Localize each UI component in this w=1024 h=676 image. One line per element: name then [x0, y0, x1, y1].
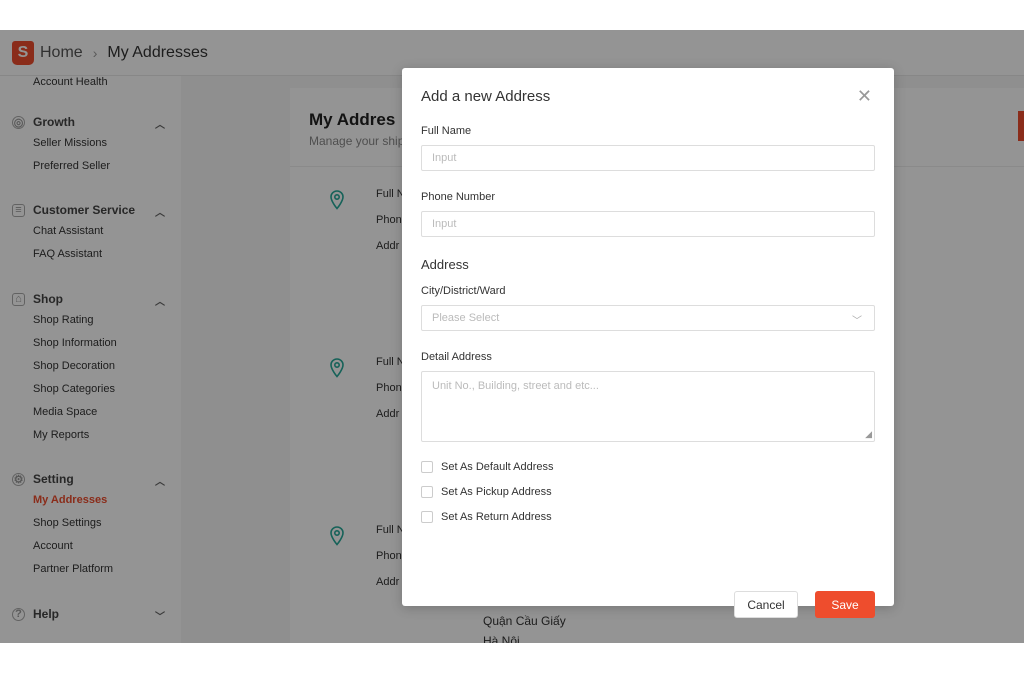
add-address-dialog: Add a new Address ✕ Full Name Input Phon…: [402, 68, 894, 618]
save-button[interactable]: Save: [815, 591, 875, 618]
app-window: S Home › My Addresses Account Health ◎ G…: [0, 30, 1024, 643]
detail-address-textarea[interactable]: Unit No., Building, street and etc... ◢: [421, 371, 875, 442]
checkbox-box[interactable]: [421, 461, 433, 473]
address-section-heading: Address: [421, 257, 469, 272]
cancel-button[interactable]: Cancel: [734, 591, 798, 618]
checkbox-label: Set As Default Address: [441, 461, 554, 473]
full-name-label: Full Name: [421, 125, 472, 137]
checkbox-box[interactable]: [421, 486, 433, 498]
phone-number-label: Phone Number: [421, 191, 495, 203]
city-select[interactable]: Please Select ﹀: [421, 305, 875, 331]
chevron-down-icon: ﹀: [852, 316, 862, 327]
checkbox-box[interactable]: [421, 511, 433, 523]
detail-address-placeholder: Unit No., Building, street and etc...: [432, 380, 599, 392]
detail-address-label: Detail Address: [421, 351, 492, 363]
default-address-checkbox[interactable]: Set As Default Address: [421, 461, 554, 473]
checkbox-label: Set As Return Address: [441, 511, 552, 523]
pickup-address-checkbox[interactable]: Set As Pickup Address: [421, 486, 552, 498]
checkbox-label: Set As Pickup Address: [441, 486, 552, 498]
city-label: City/District/Ward: [421, 285, 506, 297]
resize-handle-icon[interactable]: ◢: [865, 429, 872, 440]
close-icon[interactable]: ✕: [857, 87, 872, 105]
dialog-title: Add a new Address: [421, 88, 551, 105]
city-select-value: Please Select: [432, 312, 500, 324]
full-name-input[interactable]: Input: [421, 145, 875, 171]
return-address-checkbox[interactable]: Set As Return Address: [421, 511, 552, 523]
phone-number-input[interactable]: Input: [421, 211, 875, 237]
